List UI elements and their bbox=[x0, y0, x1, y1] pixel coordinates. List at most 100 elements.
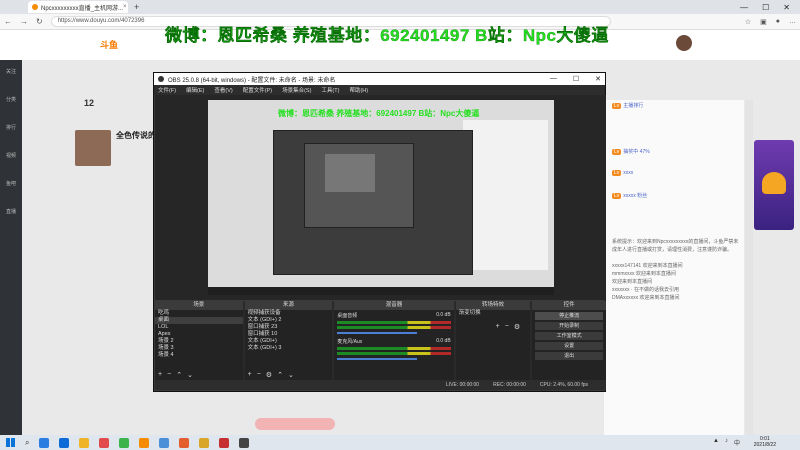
scrollbar[interactable] bbox=[745, 100, 753, 435]
add-source-icon[interactable]: + bbox=[248, 371, 252, 379]
obs-docks: 场景 吃鸡 桌面 LOL Apex 场景 2 场景 3 场景 4 + − ⌃ ⌄ 来源… bbox=[155, 301, 606, 381]
studio-mode-button[interactable]: 工作室模式 bbox=[535, 332, 603, 340]
refresh-icon[interactable]: ↻ bbox=[36, 17, 43, 26]
chat-line: 欢迎来到本直播间 bbox=[612, 279, 653, 285]
streamer-avatar[interactable] bbox=[75, 130, 111, 166]
volume-slider[interactable] bbox=[337, 358, 417, 360]
move-down-icon[interactable]: ⌄ bbox=[288, 371, 294, 379]
browser-tab[interactable]: Npcxxxxxxxxx直播_主机网游... × bbox=[28, 1, 128, 13]
rank-row[interactable]: Lv xxxx bbox=[612, 170, 633, 176]
scene-item[interactable]: Apex bbox=[155, 331, 243, 338]
collections-icon[interactable]: ▣ bbox=[760, 18, 767, 26]
minimize-button[interactable]: — bbox=[740, 3, 748, 12]
menu-item[interactable]: 配置文件(P) bbox=[243, 86, 272, 94]
source-item[interactable]: 视频捕获设备 bbox=[245, 310, 333, 317]
tab-close-icon[interactable]: × bbox=[123, 4, 127, 10]
add-transition-icon[interactable]: + bbox=[496, 323, 500, 331]
source-item[interactable]: 窗口捕获 10 bbox=[245, 331, 333, 338]
obs-close-button[interactable]: ✕ bbox=[595, 75, 601, 83]
move-down-icon[interactable]: ⌄ bbox=[187, 371, 193, 379]
move-up-icon[interactable]: ⌃ bbox=[176, 371, 182, 379]
source-settings-icon[interactable]: ⚙ bbox=[266, 371, 272, 379]
scene-item[interactable]: LOL bbox=[155, 324, 243, 331]
preview-nested-obs-2 bbox=[304, 143, 414, 228]
explorer-icon[interactable] bbox=[79, 437, 90, 448]
volume-slider[interactable] bbox=[337, 332, 417, 334]
start-icon[interactable] bbox=[6, 438, 15, 447]
search-icon[interactable]: ⌕ bbox=[25, 438, 29, 448]
ime-indicator[interactable]: 中 bbox=[734, 438, 740, 447]
menu-item[interactable]: 编辑(E) bbox=[186, 86, 204, 94]
obs-taskbar-icon[interactable] bbox=[239, 437, 250, 448]
remove-source-icon[interactable]: − bbox=[257, 371, 261, 379]
taskview-icon[interactable] bbox=[39, 437, 50, 448]
user-avatar[interactable] bbox=[676, 35, 692, 51]
source-item[interactable]: 窗口捕获 23 bbox=[245, 324, 333, 331]
wechat-icon[interactable] bbox=[119, 437, 130, 448]
profile-icon[interactable]: ● bbox=[776, 18, 780, 26]
menu-item[interactable]: 工具(T) bbox=[321, 86, 339, 94]
scene-item[interactable]: 场景 2 bbox=[155, 338, 243, 345]
system-tray: ▲ ♪ 中 bbox=[713, 438, 740, 447]
qq-icon[interactable] bbox=[159, 437, 170, 448]
more-icon[interactable]: … bbox=[789, 18, 796, 26]
volume-icon[interactable]: ♪ bbox=[725, 438, 728, 447]
gift-bar[interactable] bbox=[255, 418, 335, 430]
obs-maximize-button[interactable]: ☐ bbox=[573, 75, 579, 83]
obs-minimize-button[interactable]: — bbox=[550, 75, 557, 83]
left-nav-item[interactable]: 鱼吧 bbox=[0, 172, 22, 200]
scene-item[interactable]: 吃鸡 bbox=[155, 310, 243, 317]
exit-button[interactable]: 退出 bbox=[535, 352, 603, 360]
chat-line: xxxxx147141 欢迎来到本直播间 bbox=[612, 263, 683, 269]
scene-item[interactable]: 场景 4 bbox=[155, 352, 243, 359]
clock[interactable]: 0:01 2021/8/22 bbox=[754, 436, 776, 448]
left-nav-item[interactable]: 排行 bbox=[0, 116, 22, 144]
rank-row[interactable]: Lv 抽奖中 47% bbox=[612, 148, 650, 155]
remove-scene-icon[interactable]: − bbox=[167, 371, 171, 379]
clock-date: 2021/8/22 bbox=[753, 442, 776, 448]
follow-count: 12 bbox=[84, 98, 95, 108]
source-item[interactable]: 文本 (GDI+) 2 bbox=[245, 317, 333, 324]
source-item[interactable]: 文本 (GDI+) bbox=[245, 338, 333, 345]
source-item[interactable]: 文本 (GDI+) 3 bbox=[245, 345, 333, 352]
preview-screen: 微博：恩匹希桑 养殖基地：692401497 B站：Npc大傻逼 bbox=[208, 100, 554, 295]
transition-settings-icon[interactable]: ⚙ bbox=[514, 323, 520, 331]
menu-item[interactable]: 查看(V) bbox=[214, 86, 232, 94]
app-icon[interactable] bbox=[219, 437, 230, 448]
promo-banner[interactable] bbox=[754, 140, 794, 230]
left-nav-item[interactable]: 分类 bbox=[0, 88, 22, 116]
edge-icon[interactable] bbox=[59, 437, 70, 448]
start-recording-button[interactable]: 开始录制 bbox=[535, 322, 603, 330]
left-nav-item[interactable]: 视频 bbox=[0, 144, 22, 172]
site-logo[interactable]: 斗鱼 bbox=[100, 38, 118, 51]
rank-row[interactable]: Lv xxxxx 粉丝 bbox=[612, 192, 647, 199]
left-nav-item[interactable]: 关注 bbox=[0, 60, 22, 88]
stop-streaming-button[interactable]: 停止推流 bbox=[535, 312, 603, 320]
browser-tab-bar: Npcxxxxxxxxx直播_主机网游... × + — ☐ ✕ bbox=[0, 0, 800, 14]
rank-row[interactable]: Lv 主播排行 bbox=[612, 102, 643, 109]
scene-item[interactable]: 桌面 bbox=[155, 317, 243, 324]
obs-preview[interactable]: 微博：恩匹希桑 养殖基地：692401497 B站：Npc大傻逼 bbox=[155, 95, 606, 300]
left-nav-item[interactable]: 直播 bbox=[0, 200, 22, 228]
move-up-icon[interactable]: ⌃ bbox=[277, 371, 283, 379]
settings-button[interactable]: 设置 bbox=[535, 342, 603, 350]
app-icon[interactable] bbox=[179, 437, 190, 448]
menu-item[interactable]: 文件(F) bbox=[158, 86, 176, 94]
menu-item[interactable]: 帮助(H) bbox=[349, 86, 368, 94]
remove-transition-icon[interactable]: − bbox=[505, 323, 509, 331]
scene-item[interactable]: 场景 3 bbox=[155, 345, 243, 352]
favorites-icon[interactable]: ☆ bbox=[745, 18, 751, 26]
menu-item[interactable]: 场景集合(S) bbox=[282, 86, 311, 94]
back-icon[interactable]: ← bbox=[4, 17, 12, 26]
new-tab-button[interactable]: + bbox=[134, 2, 139, 12]
live-time: LIVE: 00:00:00 bbox=[446, 382, 480, 388]
maximize-button[interactable]: ☐ bbox=[762, 3, 769, 12]
forward-icon[interactable]: → bbox=[20, 17, 28, 26]
app-icon[interactable] bbox=[99, 437, 110, 448]
add-scene-icon[interactable]: + bbox=[158, 371, 162, 379]
app-icon[interactable] bbox=[199, 437, 210, 448]
douyu-icon[interactable] bbox=[139, 437, 150, 448]
transition-select[interactable]: 渐变切换 bbox=[456, 310, 531, 317]
network-icon[interactable]: ▲ bbox=[713, 438, 719, 447]
close-button[interactable]: ✕ bbox=[783, 3, 790, 12]
